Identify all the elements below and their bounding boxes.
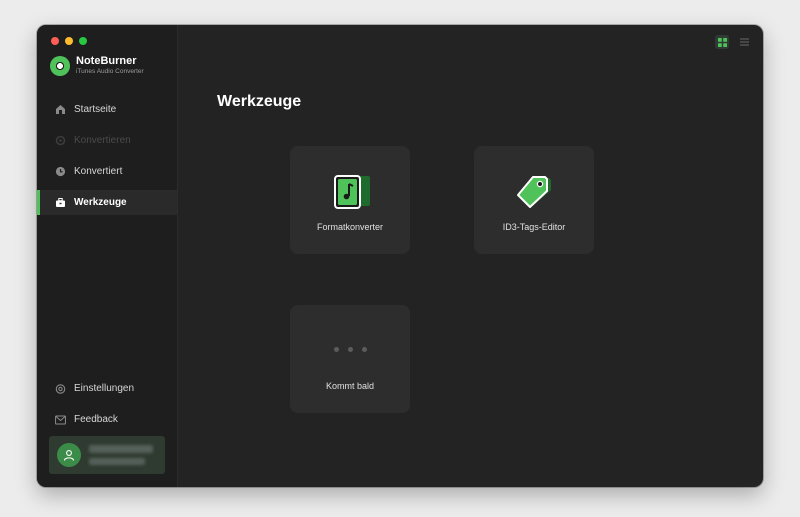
noteburner-logo-icon bbox=[50, 56, 70, 76]
app-window: NoteBurner iTunes Audio Converter Starts… bbox=[37, 25, 763, 487]
mail-icon bbox=[55, 414, 66, 425]
avatar bbox=[57, 443, 81, 467]
menu-button[interactable] bbox=[737, 35, 751, 49]
view-toggle-group bbox=[715, 35, 751, 49]
sidebar-bottom-nav: Einstellungen Feedback bbox=[37, 376, 177, 438]
sidebar-item-startseite[interactable]: Startseite bbox=[37, 97, 177, 122]
sidebar-item-feedback[interactable]: Feedback bbox=[37, 407, 177, 432]
sidebar-item-werkzeuge[interactable]: Werkzeuge bbox=[37, 190, 177, 215]
toolbox-icon bbox=[55, 197, 66, 208]
app-name: NoteBurner bbox=[76, 55, 137, 68]
close-window-button[interactable] bbox=[51, 37, 59, 45]
sidebar-nav: Startseite Konvertieren Konvertiert Werk… bbox=[37, 97, 177, 221]
window-controls bbox=[51, 37, 87, 45]
more-dots-icon bbox=[290, 347, 410, 352]
sidebar-item-label: Startseite bbox=[74, 104, 117, 115]
sidebar-item-label: Einstellungen bbox=[74, 383, 135, 394]
hamburger-menu-icon bbox=[739, 38, 749, 46]
blurred-account-info bbox=[89, 445, 153, 465]
music-file-icon bbox=[334, 175, 370, 209]
tool-card-formatkonverter[interactable]: Formatkonverter bbox=[290, 146, 410, 254]
app-brand: NoteBurner iTunes Audio Converter bbox=[50, 56, 144, 76]
sidebar-item-einstellungen[interactable]: Einstellungen bbox=[37, 376, 177, 401]
zoom-window-button[interactable] bbox=[79, 37, 87, 45]
sidebar-item-label: Werkzeuge bbox=[74, 197, 127, 208]
user-icon bbox=[63, 450, 75, 461]
minimize-window-button[interactable] bbox=[65, 37, 73, 45]
tool-label: ID3-Tags-Editor bbox=[502, 222, 566, 232]
app-subtitle: iTunes Audio Converter bbox=[76, 68, 144, 76]
sidebar: NoteBurner iTunes Audio Converter Starts… bbox=[37, 25, 178, 487]
tool-card-id3-tags-editor[interactable]: ID3-Tags-Editor bbox=[474, 146, 594, 254]
sidebar-item-label: Konvertiert bbox=[74, 166, 123, 177]
tool-card-kommt-bald: Kommt bald bbox=[290, 305, 410, 413]
gear-icon bbox=[55, 383, 66, 394]
page-title: Werkzeuge bbox=[217, 93, 302, 110]
home-icon bbox=[55, 104, 66, 115]
grid-view-button[interactable] bbox=[715, 35, 729, 49]
tag-icon bbox=[517, 176, 551, 208]
sidebar-item-label: Feedback bbox=[74, 414, 118, 425]
sidebar-item-konvertiert[interactable]: Konvertiert bbox=[37, 159, 177, 184]
grid-icon bbox=[717, 37, 727, 47]
sidebar-item-label: Konvertieren bbox=[74, 135, 131, 146]
convert-icon bbox=[55, 135, 66, 146]
tool-label: Formatkonverter bbox=[316, 222, 384, 232]
tool-label: Kommt bald bbox=[325, 381, 375, 391]
user-account-card[interactable] bbox=[49, 436, 165, 474]
clock-icon bbox=[55, 166, 66, 177]
sidebar-item-konvertieren[interactable]: Konvertieren bbox=[37, 128, 177, 153]
